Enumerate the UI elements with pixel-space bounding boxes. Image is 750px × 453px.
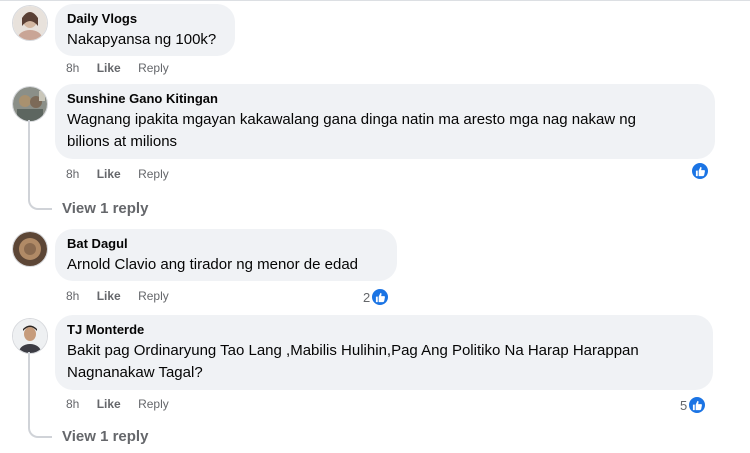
comment-bubble: Bat Dagul Arnold Clavio ang tirador ng m… <box>55 229 397 281</box>
thread-line <box>28 352 30 424</box>
avatar[interactable] <box>12 86 48 122</box>
comment-time[interactable]: 8h <box>66 397 79 411</box>
comment-time[interactable]: 8h <box>66 167 79 181</box>
reaction-summary[interactable]: 2 <box>363 287 391 307</box>
comment-actions: 8h Like Reply <box>66 167 183 181</box>
reaction-summary[interactable]: 5 <box>680 395 708 415</box>
thread-connector <box>28 422 52 438</box>
comment-bubble: TJ Monterde Bakit pag Ordinaryung Tao La… <box>55 315 713 390</box>
like-button[interactable]: Like <box>97 397 121 411</box>
view-replies-link[interactable]: View 1 reply <box>62 200 148 217</box>
comment-time[interactable]: 8h <box>66 289 79 303</box>
comment-time[interactable]: 8h <box>66 61 79 75</box>
top-divider <box>0 0 750 1</box>
like-thumb-icon <box>370 287 391 307</box>
comment-actions: 8h Like Reply <box>66 61 183 75</box>
avatar[interactable] <box>12 318 48 354</box>
like-button[interactable]: Like <box>97 167 121 181</box>
comment-text-line-2: Nagnanakaw Tagal? <box>67 364 203 381</box>
thread-line <box>28 120 30 196</box>
comment-bubble: Sunshine Gano Kitingan Wagnang ipakita m… <box>55 84 715 159</box>
avatar[interactable] <box>12 231 48 267</box>
like-thumb-icon <box>690 161 710 181</box>
comment-author[interactable]: TJ Monterde <box>67 322 701 338</box>
reply-button[interactable]: Reply <box>138 61 169 75</box>
comment-actions: 8h Like Reply <box>66 397 183 411</box>
reply-button[interactable]: Reply <box>138 167 169 181</box>
comment-author[interactable]: Sunshine Gano Kitingan <box>67 91 703 107</box>
comment-text-line-1: Bakit pag Ordinaryung Tao Lang ,Mabilis … <box>67 342 639 359</box>
reaction-summary[interactable] <box>690 161 710 181</box>
reply-button[interactable]: Reply <box>138 397 169 411</box>
like-button[interactable]: Like <box>97 61 121 75</box>
like-button[interactable]: Like <box>97 289 121 303</box>
avatar[interactable] <box>12 5 48 41</box>
comment-text: Nakapyansa ng 100k? <box>67 31 217 48</box>
comment-author[interactable]: Daily Vlogs <box>67 11 223 27</box>
view-replies-link[interactable]: View 1 reply <box>62 428 148 445</box>
comment-author[interactable]: Bat Dagul <box>67 236 385 252</box>
comment-text-line-2: bilions at milions <box>67 133 178 150</box>
comment-text-line-1: Wagnang ipakita mgayan kakawalang gana d… <box>67 111 636 128</box>
reaction-count: 2 <box>363 289 371 305</box>
comment-bubble: Daily Vlogs Nakapyansa ng 100k? <box>55 4 235 56</box>
thread-connector <box>28 194 52 210</box>
comment-actions: 8h Like Reply <box>66 289 183 303</box>
reply-button[interactable]: Reply <box>138 289 169 303</box>
like-thumb-icon <box>687 395 708 415</box>
reaction-count: 5 <box>680 397 688 413</box>
comment-text: Arnold Clavio ang tirador ng menor de ed… <box>67 256 359 273</box>
